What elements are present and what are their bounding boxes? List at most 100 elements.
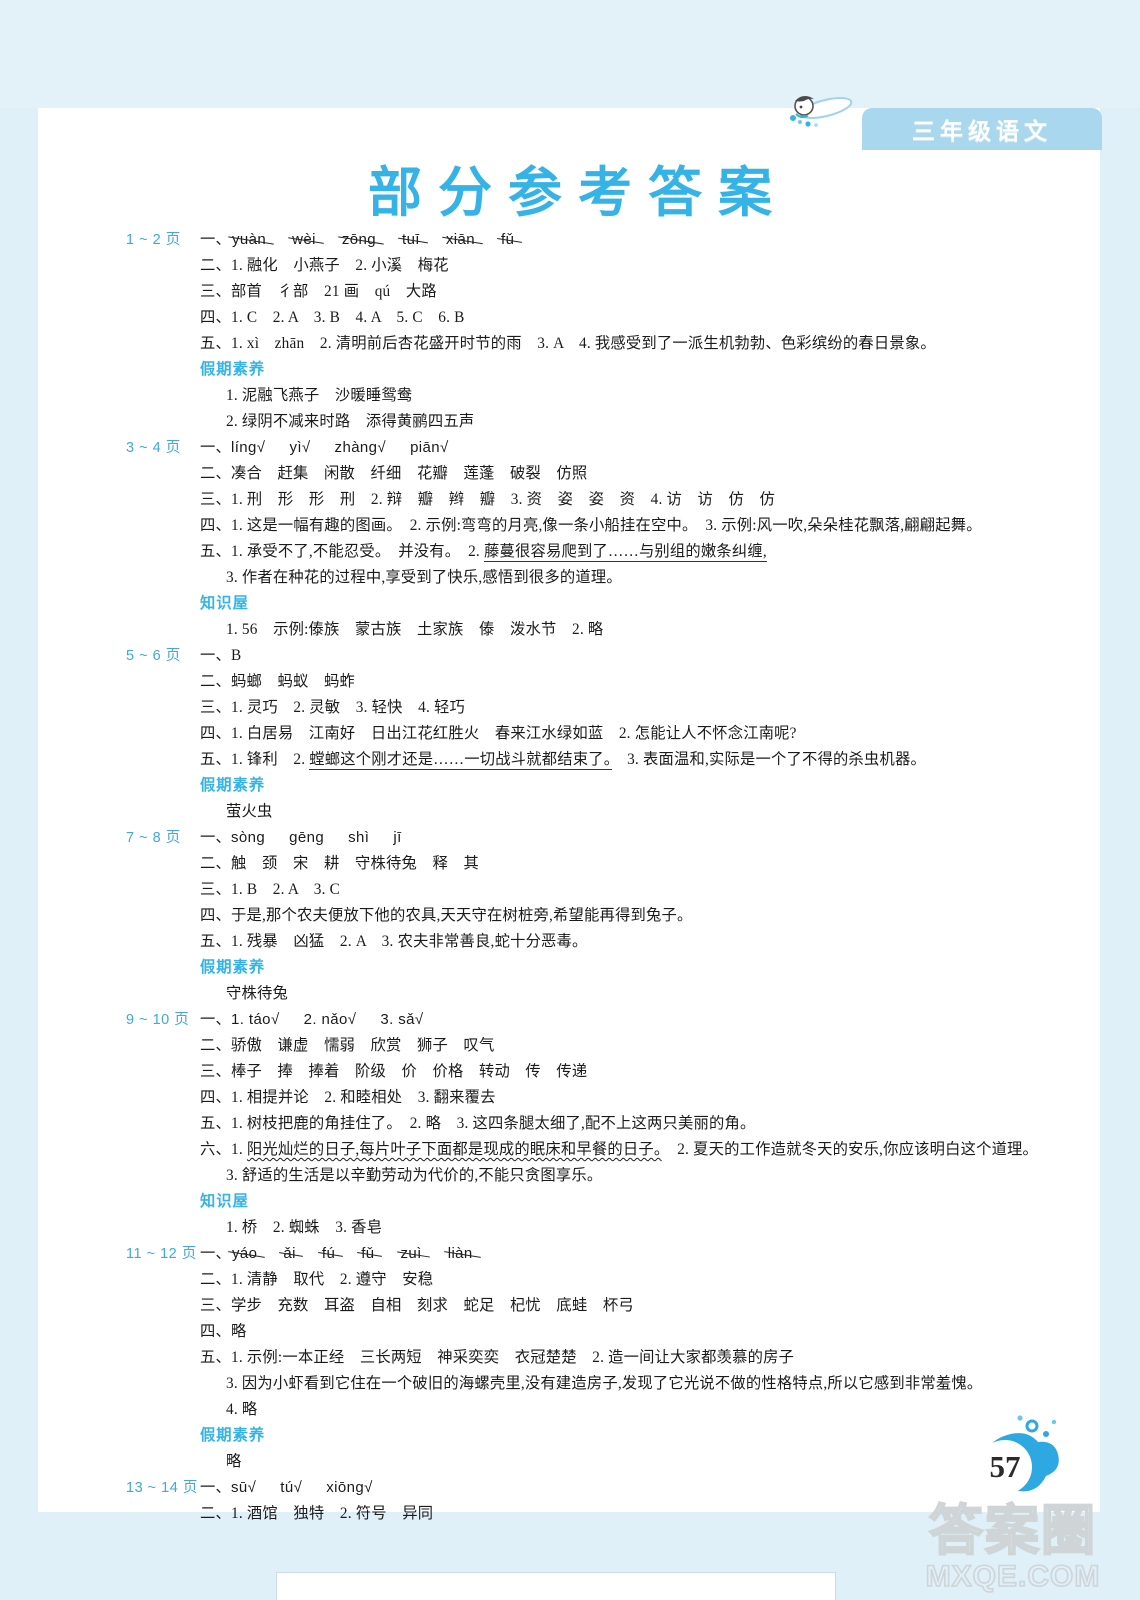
answer-line: 三、1. 刑 形 形 刑 2. 辩 瓣 辫 瓣 3. 资 姿 姿 资 4. 访 … [126, 488, 1016, 512]
answer-line: 六、1. 阳光灿烂的日子,每片叶子下面都是现成的眠床和早餐的日子。 2. 夏天的… [126, 1138, 1038, 1162]
answers-body: 1 ~ 2 页 一、yuàn wèi zōng tuī xiān fǔ 二、1. 融化 小燕子… [126, 228, 1038, 1528]
page-range-label: 13 ~ 14 页 [126, 1480, 198, 1496]
answer-with-underline: 五、1. 锋利 2. 螳螂这个刚才还是……一切战斗就都结束了。 3. 表面温和,… [200, 751, 926, 770]
answer-text: 三、部首 彳部 21 画 qú 大路 [200, 283, 437, 300]
swimming-child-icon [790, 95, 853, 127]
answer-line: 五、1. 树枝把鹿的角挂住了。 2. 略 3. 这四条腿太细了,配不上这两只美丽… [126, 1112, 1016, 1136]
pinyin-row: 一、sòng gēng shì jī [200, 829, 402, 846]
answer-line: 略 [126, 1450, 1016, 1474]
answer-text: 四、1. 白居易 江南好 日出江花红胜火 春来江水绿如蓝 2. 怎能让人不怀念江… [200, 725, 797, 742]
answer-line: 1. 泥融飞燕子 沙暖睡鸳鸯 [126, 384, 1016, 408]
answer-text: 五、1. xì zhān 2. 清明前后杏花盛开时节的雨 3. A 4. 我感受… [200, 335, 936, 352]
section-subheading: 假期素养 [200, 959, 266, 976]
answer-line: 5 ~ 6 页 一、B [126, 644, 1016, 668]
answer-text-indented: 2. 绿阴不减来时路 添得黄鹂四五声 [226, 413, 475, 430]
answer-text-indented: 1. 泥融飞燕子 沙暖睡鸳鸯 [226, 387, 413, 404]
answer-line: 五、1. 示例:一本正经 三长两短 神采奕奕 衣冠楚楚 2. 造一间让大家都羡慕… [126, 1346, 1016, 1370]
answer-text-indented: 1. 56 示例:傣族 蒙古族 土家族 傣 泼水节 2. 略 [226, 621, 604, 638]
answer-line: 2. 绿阴不减来时路 添得黄鹂四五声 [126, 410, 1016, 434]
pinyin-strikethrough-row: 一、yáo ǎi fú fǔ zuì liàn [200, 1242, 1016, 1266]
page-range-label: 11 ~ 12 页 [126, 1246, 197, 1262]
answer-line: 三、1. 灵巧 2. 灵敏 3. 轻快 4. 轻巧 [126, 696, 1016, 720]
section-subheading: 假期素养 [200, 361, 266, 378]
answer-line: 五、1. 残暴 凶猛 2. A 3. 农夫非常善良,蛇十分恶毒。 [126, 930, 1016, 954]
answer-line: 五、1. 承受不了,不能忍受。 并没有。 2. 藤蔓很容易爬到了……与别组的嫩条… [126, 540, 1016, 564]
answer-text-indented: 略 [226, 1453, 242, 1470]
answer-line: 假期素养 [126, 1424, 1016, 1448]
answer-text: 一、B [200, 647, 242, 664]
answer-text: 三、1. 刑 形 形 刑 2. 辩 瓣 辫 瓣 3. 资 姿 姿 资 4. 访 … [200, 491, 775, 508]
answer-line: 四、1. 相提并论 2. 和睦相处 3. 翻来覆去 [126, 1086, 1016, 1110]
answer-line: 三、1. B 2. A 3. C [126, 878, 1016, 902]
answer-line: 3. 作者在种花的过程中,享受到了快乐,感悟到很多的道理。 [126, 566, 1016, 590]
answer-line: 二、1. 酒馆 独特 2. 符号 异同 [126, 1502, 1016, 1526]
answer-text: 四、1. C 2. A 3. B 4. A 5. C 6. B [200, 309, 465, 326]
answer-line: 3 ~ 4 页 一、líng√ yì√ zhàng√ piān√ [126, 436, 1016, 460]
page-title: 部分参考答案 [368, 163, 788, 223]
answer-text: 三、1. B 2. A 3. C [200, 881, 341, 898]
answer-text: 四、1. 相提并论 2. 和睦相处 3. 翻来覆去 [200, 1089, 496, 1106]
answer-text: 二、1. 清静 取代 2. 遵守 安稳 [200, 1271, 434, 1288]
answer-line: 四、1. 白居易 江南好 日出江花红胜火 春来江水绿如蓝 2. 怎能让人不怀念江… [126, 722, 1016, 746]
answer-line: 二、触 颈 宋 耕 守株待兔 释 其 [126, 852, 1016, 876]
answer-line: 假期素养 [126, 358, 1016, 382]
answer-line: 四、1. 这是一幅有趣的图画。 2. 示例:弯弯的月亮,像一条小船挂在空中。 3… [126, 514, 1016, 538]
answer-text: 五、1. 示例:一本正经 三长两短 神采奕奕 衣冠楚楚 2. 造一间让大家都羡慕… [200, 1349, 795, 1366]
answer-with-wavy-underline: 六、1. 阳光灿烂的日子,每片叶子下面都是现成的眠床和早餐的日子。 2. 夏天的… [200, 1141, 1039, 1158]
answer-text: 二、蚂螂 蚂蚁 蚂蚱 [200, 673, 355, 690]
answer-text: 四、略 [200, 1323, 247, 1340]
answer-line: 二、1. 融化 小燕子 2. 小溪 梅花 [126, 254, 1016, 278]
answer-text-indented: 萤火虫 [226, 803, 273, 820]
answer-line: 9 ~ 10 页一、1. táo√ 2. nǎo√ 3. sǎ√ [126, 1008, 1016, 1032]
answer-line: 知识屋 [126, 592, 1016, 616]
answer-text-indented: 守株待兔 [226, 985, 288, 1002]
answer-line: 4. 略 [126, 1398, 1016, 1422]
section-subheading: 假期素养 [200, 777, 266, 794]
answer-text: 三、学步 充数 耳盗 自相 刻求 蛇足 杞忧 底蛙 杯弓 [200, 1297, 634, 1314]
answer-line: 三、棒子 捧 捧着 阶级 价 价格 转动 传 传递 [126, 1060, 1016, 1084]
page-range-label: 5 ~ 6 页 [126, 648, 181, 664]
answer-text: 二、1. 融化 小燕子 2. 小溪 梅花 [200, 257, 449, 274]
answer-line: 四、于是,那个农夫便放下他的农具,天天守在树桩旁,希望能再得到兔子。 [126, 904, 1016, 928]
top-decor-strip [0, 0, 1140, 108]
answer-line: 1 ~ 2 页 一、yuàn wèi zōng tuī xiān fǔ [126, 228, 1016, 252]
answer-line: 二、骄傲 谦虚 懦弱 欣赏 狮子 叹气 [126, 1034, 1016, 1058]
answer-line: 四、1. C 2. A 3. B 4. A 5. C 6. B [126, 306, 1016, 330]
answer-text: 二、骄傲 谦虚 懦弱 欣赏 狮子 叹气 [200, 1037, 495, 1054]
answer-text: 五、1. 残暴 凶猛 2. A 3. 农夫非常善良,蛇十分恶毒。 [200, 933, 588, 950]
answer-line: 三、部首 彳部 21 画 qú 大路 [126, 280, 1016, 304]
pinyin-checkmark-numbered-row: 一、1. táo√ 2. nǎo√ 3. sǎ√ [200, 1011, 424, 1028]
pinyin-checkmark-row: 一、líng√ yì√ zhàng√ piān√ [200, 439, 449, 456]
answer-text: 五、1. 树枝把鹿的角挂住了。 2. 略 3. 这四条腿太细了,配不上这两只美丽… [200, 1115, 756, 1132]
section-subheading: 知识屋 [200, 595, 249, 612]
page-range-label: 3 ~ 4 页 [126, 440, 181, 456]
bottom-border-box [276, 1572, 836, 1600]
answer-line: 7 ~ 8 页 一、sòng gēng shì jī [126, 826, 1016, 850]
page-number-badge: 57 [954, 1408, 1094, 1528]
grade-subject-label: 三年级语文 [912, 119, 1052, 144]
page-number: 57 [978, 1440, 1032, 1494]
answer-text: 三、1. 灵巧 2. 灵敏 3. 轻快 4. 轻巧 [200, 699, 466, 716]
section-subheading: 知识屋 [200, 1193, 249, 1210]
answer-line: 假期素养 [126, 956, 1016, 980]
answer-line: 知识屋 [126, 1190, 1016, 1214]
answer-line: 3. 舒适的生活是以辛勤劳动为代价的,不能只贪图享乐。 [126, 1164, 1016, 1188]
answer-text: 三、棒子 捧 捧着 阶级 价 价格 转动 传 传递 [200, 1063, 588, 1080]
answer-text-indented: 3. 因为小虾看到它住在一个破旧的海螺壳里,没有建造房子,发现了它光说不做的性格… [226, 1375, 983, 1392]
answer-text-indented: 1. 桥 2. 蜘蛛 3. 香皂 [226, 1219, 383, 1236]
pinyin-checkmark-row: 一、sū√ tú√ xiōng√ [200, 1479, 373, 1496]
answer-line: 二、蚂螂 蚂蚁 蚂蚱 [126, 670, 1016, 694]
answer-text: 二、凑合 赶集 闲散 纤细 花瓣 莲蓬 破裂 仿照 [200, 465, 588, 482]
page-range-label: 9 ~ 10 页 [126, 1012, 190, 1028]
answer-text: 二、1. 酒馆 独特 2. 符号 异同 [200, 1505, 434, 1522]
answer-line: 五、1. 锋利 2. 螳螂这个刚才还是……一切战斗就都结束了。 3. 表面温和,… [126, 748, 1016, 772]
pinyin-strikethrough-row: 一、yuàn wèi zōng tuī xiān fǔ [200, 228, 1016, 252]
answer-line: 11 ~ 12 页一、yáo ǎi fú fǔ zuì liàn [126, 1242, 1016, 1266]
answer-text: 二、触 颈 宋 耕 守株待兔 释 其 [200, 855, 479, 872]
grade-subject-tab: 三年级语文 [862, 108, 1102, 150]
answer-line: 1. 桥 2. 蜘蛛 3. 香皂 [126, 1216, 1016, 1240]
answer-text-indented: 3. 舒适的生活是以辛勤劳动为代价的,不能只贪图享乐。 [226, 1167, 603, 1184]
answer-line: 二、1. 清静 取代 2. 遵守 安稳 [126, 1268, 1016, 1292]
answer-with-underline: 五、1. 承受不了,不能忍受。 并没有。 2. 藤蔓很容易爬到了……与别组的嫩条… [200, 543, 767, 562]
answer-line: 假期素养 [126, 774, 1016, 798]
